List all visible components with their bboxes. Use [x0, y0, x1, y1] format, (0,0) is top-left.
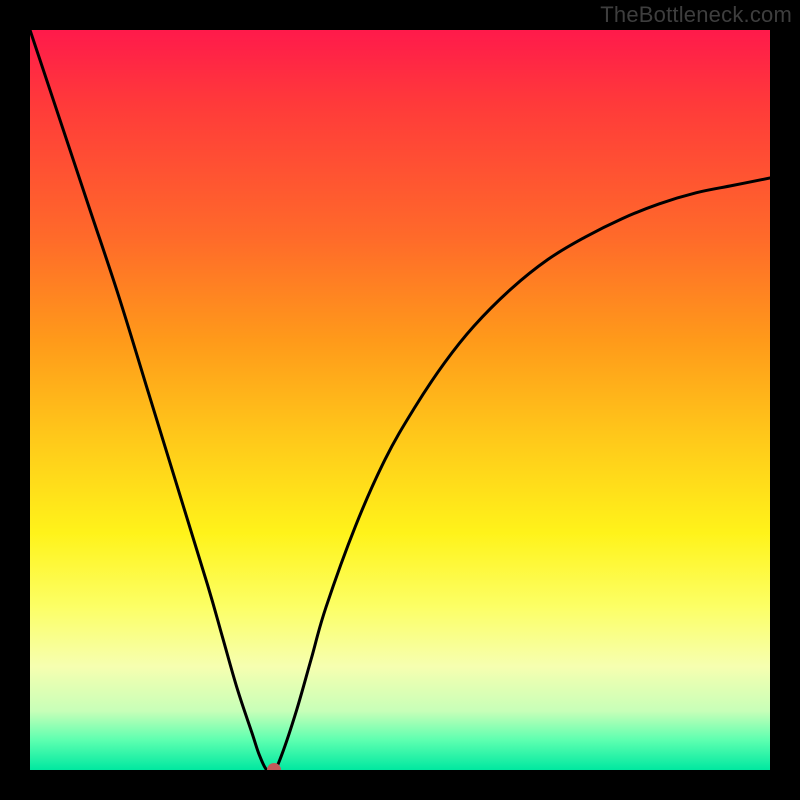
bottleneck-curve	[30, 30, 770, 770]
optimal-point-marker	[267, 763, 281, 770]
plot-area	[30, 30, 770, 770]
watermark-text: TheBottleneck.com	[600, 2, 792, 28]
chart-frame: TheBottleneck.com	[0, 0, 800, 800]
